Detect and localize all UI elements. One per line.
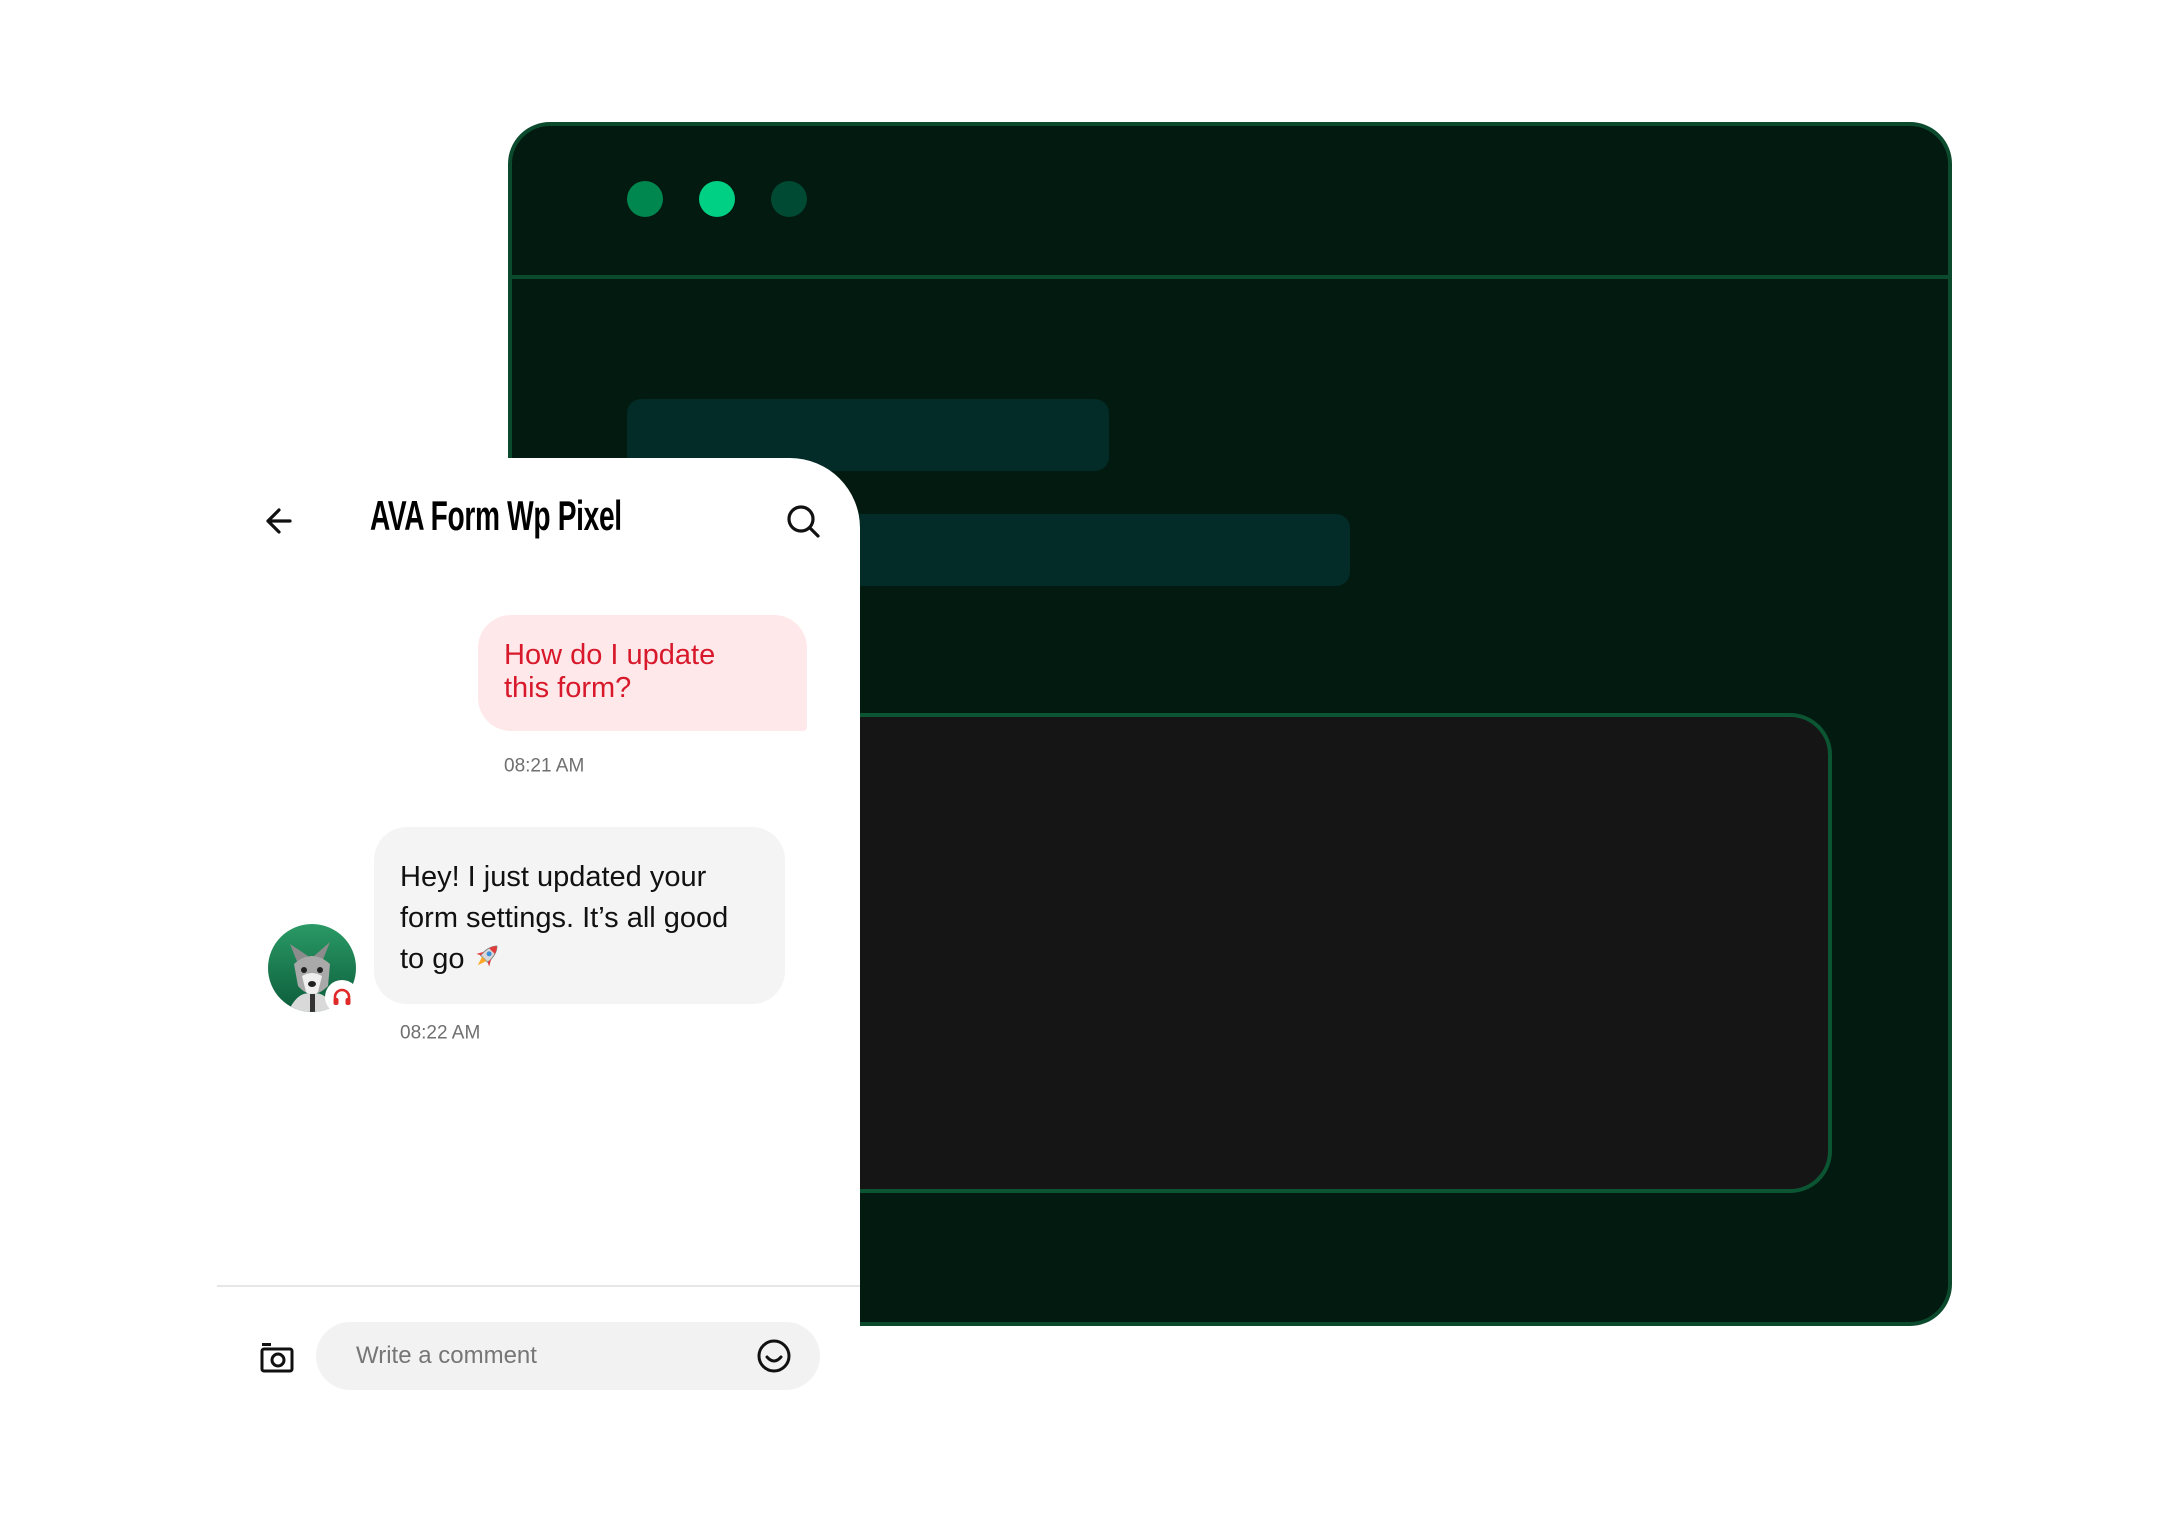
rocket-icon — [475, 945, 497, 967]
chat-title: AVA Form Wp Pixel — [370, 492, 622, 539]
user-message-text: How do I update this form? — [504, 639, 716, 704]
agent-message-bubble: Hey! I just updated your form settings. … — [374, 827, 785, 1004]
arrow-left-icon — [266, 508, 292, 534]
agent-message-time: 08:22 AM — [400, 1022, 481, 1044]
search-icon — [787, 505, 820, 538]
agent-message-text: Hey! I just updated your form settings. … — [400, 861, 729, 975]
composer-divider — [217, 1285, 860, 1287]
user-message-bubble: How do I update this form? — [478, 615, 807, 731]
attach-photo-button[interactable] — [259, 1339, 295, 1375]
window-titlebar-divider — [512, 275, 1948, 279]
headphones-icon — [333, 988, 351, 1005]
comment-input[interactable] — [316, 1322, 736, 1390]
user-message-time: 08:21 AM — [504, 755, 585, 777]
window-dot-1[interactable] — [627, 181, 663, 217]
emoji-button[interactable] — [755, 1337, 793, 1375]
back-button[interactable] — [260, 504, 294, 538]
chat-panel: AVA Form Wp Pixel How do I update this f… — [217, 458, 860, 1440]
window-dot-3[interactable] — [771, 181, 807, 217]
camera-icon — [260, 1343, 294, 1373]
smiley-icon — [757, 1339, 791, 1373]
comment-composer — [316, 1322, 820, 1390]
window-dot-2[interactable] — [699, 181, 735, 217]
support-badge — [327, 982, 357, 1012]
search-button[interactable] — [784, 502, 822, 540]
